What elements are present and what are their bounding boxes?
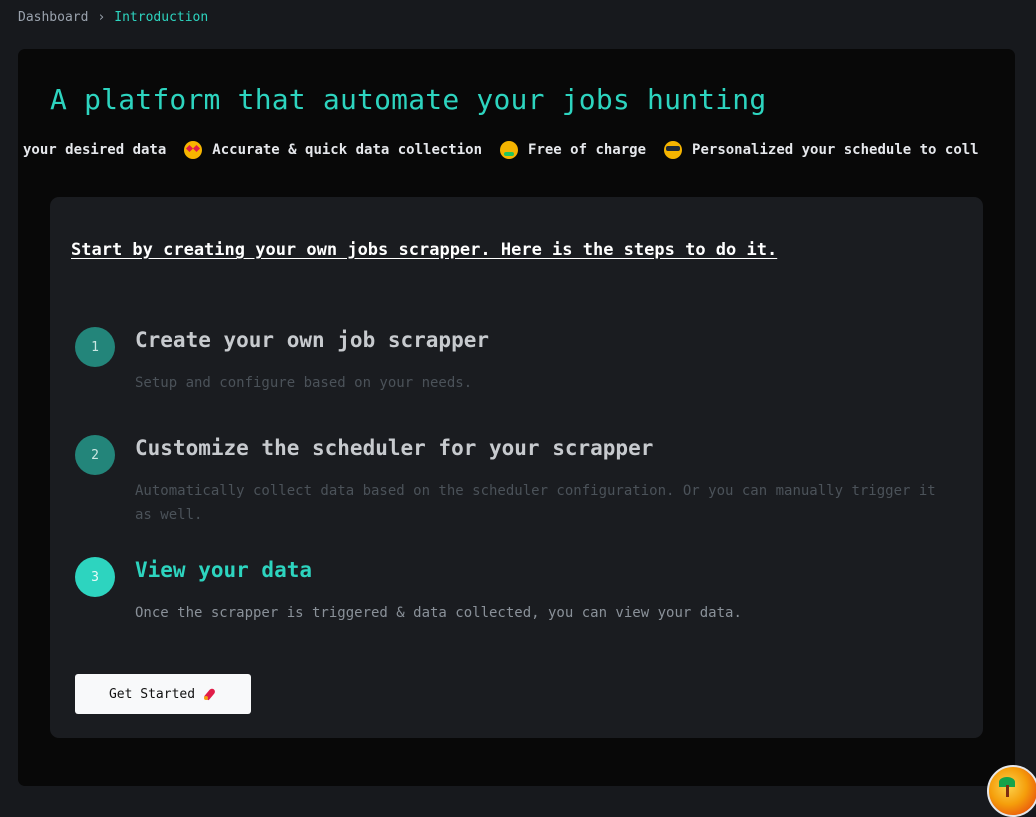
step-description-active: Once the scrapper is triggered & data co… [135, 605, 742, 621]
rocket-icon [203, 687, 217, 701]
marquee-item-text: Accurate & quick data collection [212, 142, 483, 158]
breadcrumb: Dashboard › Introduction [18, 10, 208, 25]
breadcrumb-dashboard-link[interactable]: Dashboard [18, 10, 88, 25]
marquee-item: Personalized your schedule to coll [664, 141, 979, 159]
star-struck-emoji-icon [184, 141, 203, 159]
get-started-label: Get Started [108, 686, 196, 702]
main-panel: A platform that automate your jobs hunti… [18, 49, 1015, 786]
marquee-track: your desired data Accurate & quick data … [23, 141, 997, 159]
get-started-button[interactable]: Get Started [75, 674, 251, 714]
steps-card: Start by creating your own jobs scrapper… [50, 197, 983, 738]
step-description: Setup and configure based on your needs. [135, 375, 473, 391]
hero-title: A platform that automate your jobs hunti… [50, 83, 767, 116]
step-number-badge: 1 [75, 327, 115, 367]
avatar[interactable] [987, 765, 1036, 817]
breadcrumb-separator-icon: › [97, 10, 106, 25]
marquee-item: Accurate & quick data collection [184, 141, 482, 159]
step-description: Automatically collect data based on the … [135, 483, 936, 523]
steps-heading: Start by creating your own jobs scrapper… [71, 240, 778, 260]
marquee-item: your desired data [23, 142, 166, 158]
step-title: Customize the scheduler for your scrappe… [135, 436, 654, 460]
step-title-active: View your data [135, 558, 313, 582]
feature-marquee: your desired data Accurate & quick data … [18, 141, 1015, 163]
marquee-item-text: Free of charge [528, 142, 647, 158]
money-mouth-emoji-icon [500, 141, 519, 159]
marquee-item-text: Personalized your schedule to coll [692, 142, 979, 158]
marquee-item-text: your desired data [23, 142, 167, 158]
step-title: Create your own job scrapper [135, 328, 490, 352]
step-number-badge-active: 3 [75, 557, 115, 597]
step-number-badge: 2 [75, 435, 115, 475]
marquee-item: Free of charge [500, 141, 646, 159]
cool-sunglasses-emoji-icon [664, 141, 683, 159]
breadcrumb-current-page: Introduction [114, 10, 209, 25]
